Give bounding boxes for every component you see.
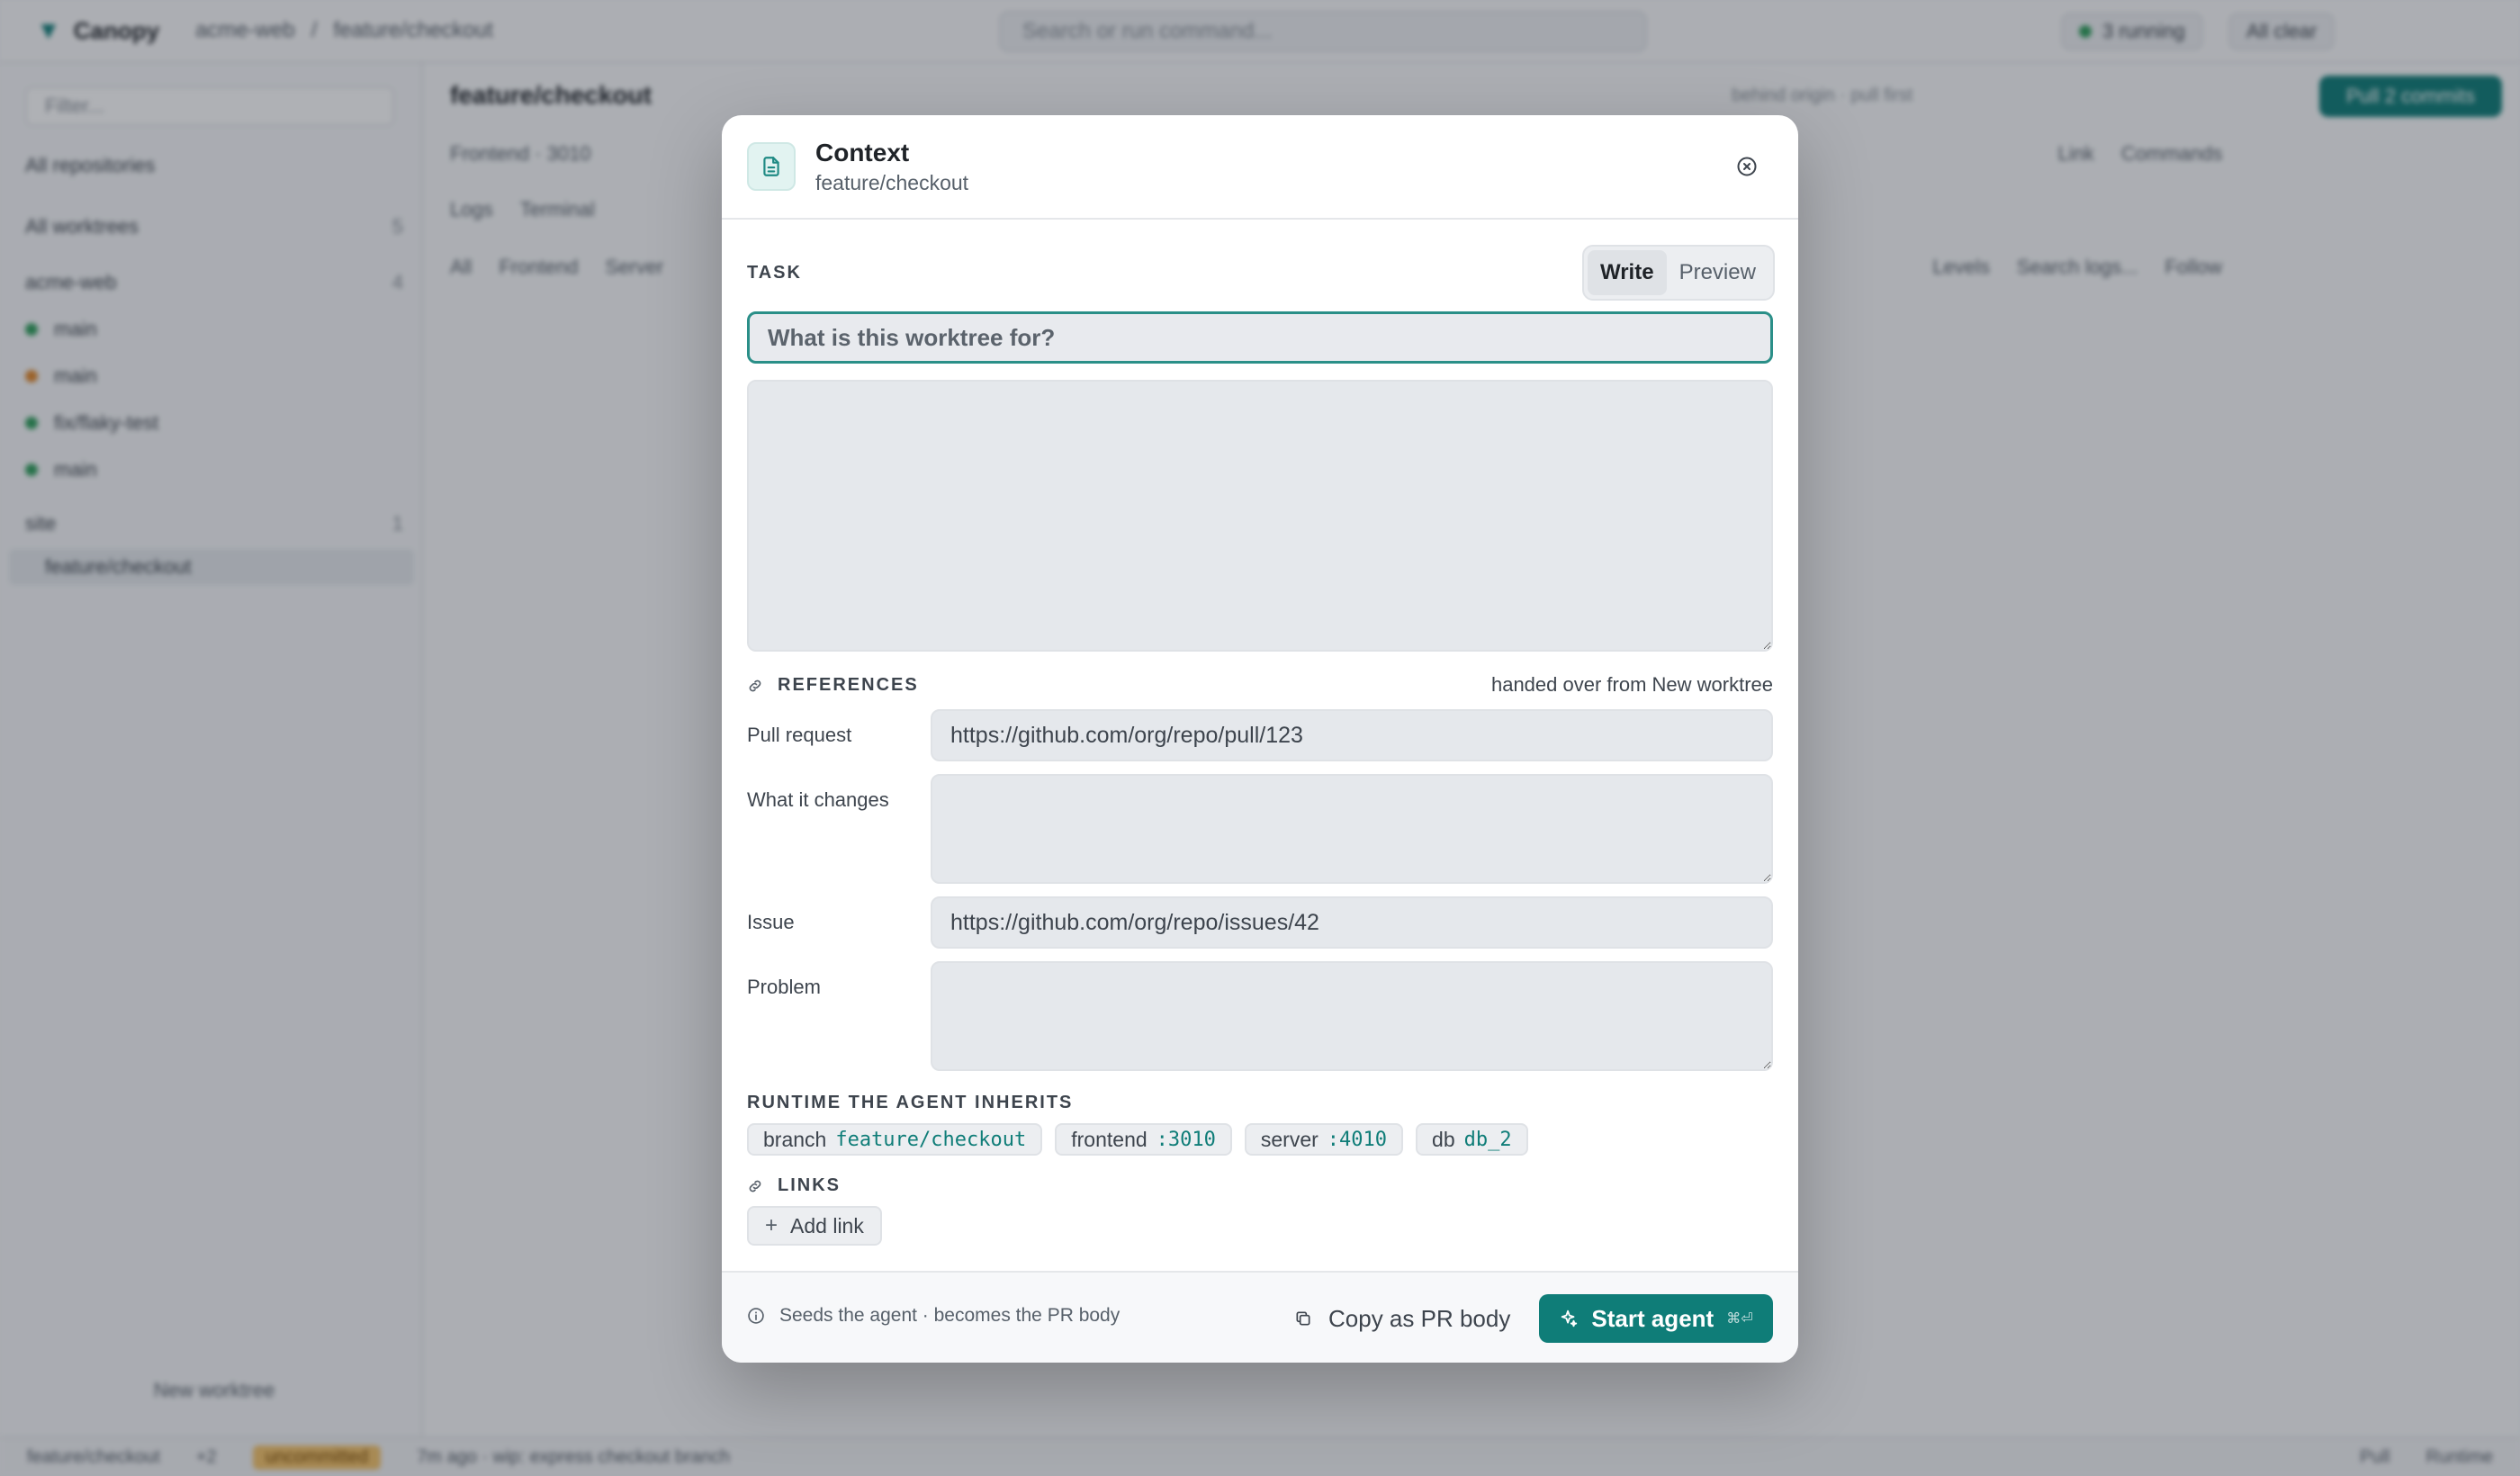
runtime-label-text: RUNTIME THE AGENT INHERITS — [747, 1093, 1074, 1112]
document-icon — [747, 142, 796, 191]
links-label-text: LINKS — [778, 1175, 841, 1195]
runtime-chip-key: server — [1260, 1127, 1318, 1151]
dialog-footer: Seeds the agent · becomes the PR body Co… — [722, 1271, 1798, 1363]
pull-request-input[interactable] — [931, 709, 1773, 761]
task-description-textarea[interactable] — [747, 380, 1773, 652]
runtime-chip-value: feature/checkout — [835, 1128, 1027, 1151]
dialog-header: Context feature/checkout — [722, 115, 1798, 220]
write-mode-button[interactable]: Write — [1588, 250, 1667, 295]
footer-hint: Seeds the agent · becomes the PR body — [747, 1305, 1120, 1327]
runtime-chip-key: db — [1432, 1127, 1455, 1151]
copy-icon — [1296, 1311, 1310, 1326]
runtime-chip-key: frontend — [1071, 1127, 1148, 1151]
close-icon[interactable] — [1733, 153, 1760, 180]
preview-mode-button[interactable]: Preview — [1667, 250, 1768, 295]
references-label-text: REFERENCES — [778, 675, 919, 695]
runtime-chip-value: :4010 — [1327, 1128, 1388, 1151]
issue-input[interactable] — [931, 896, 1773, 949]
problem-label: Problem — [747, 976, 821, 998]
copy-as-pr-body-button[interactable]: Copy as PR body — [1285, 1294, 1519, 1343]
add-link-button[interactable]: + Add link — [747, 1206, 882, 1246]
runtime-chip-frontend: frontend :3010 — [1055, 1123, 1232, 1156]
links-section-label: LINKS — [747, 1175, 841, 1196]
references-section-label: REFERENCES — [747, 675, 919, 696]
add-link-label: Add link — [790, 1213, 864, 1238]
runtime-chip-key: branch — [763, 1127, 827, 1151]
handed-over-note: handed over from New worktree — [1490, 673, 1773, 696]
runtime-chip-branch: branch feature/checkout — [747, 1123, 1043, 1156]
runtime-chip-server: server :4010 — [1244, 1123, 1404, 1156]
link-icon — [749, 680, 761, 691]
runtime-chip-value: db_2 — [1463, 1128, 1512, 1151]
copy-button-label: Copy as PR body — [1328, 1304, 1511, 1332]
task-section-label: TASK — [747, 263, 802, 284]
info-icon — [748, 1308, 764, 1324]
start-agent-button[interactable]: Start agent ⌘⏎ — [1539, 1294, 1773, 1343]
pull-request-label: Pull request — [747, 724, 852, 746]
task-title-input[interactable] — [747, 311, 1773, 364]
context-dialog: Context feature/checkout TASK Write Prev… — [722, 115, 1798, 1363]
start-agent-shortcut: ⌘⏎ — [1726, 1311, 1753, 1327]
runtime-chips: branch feature/checkout frontend :3010 s… — [747, 1123, 1528, 1156]
what-it-changes-label: What it changes — [747, 788, 889, 811]
plus-icon: + — [765, 1213, 778, 1238]
task-label-text: TASK — [747, 263, 802, 283]
link-icon — [749, 1180, 761, 1192]
what-it-changes-textarea[interactable] — [931, 774, 1773, 884]
runtime-chip-db: db db_2 — [1416, 1123, 1528, 1156]
issue-label: Issue — [747, 911, 795, 933]
footer-hint-text: Seeds the agent · becomes the PR body — [779, 1305, 1120, 1326]
dialog-subtitle: feature/checkout — [815, 171, 969, 194]
runtime-section-label: RUNTIME THE AGENT INHERITS — [747, 1093, 1073, 1113]
problem-textarea[interactable] — [931, 961, 1773, 1071]
sparkle-icon — [1562, 1310, 1578, 1328]
dialog-title: Context — [815, 139, 910, 166]
runtime-chip-value: :3010 — [1156, 1128, 1216, 1151]
write-preview-toggle: Write Preview — [1582, 245, 1775, 301]
start-agent-label: Start agent — [1591, 1304, 1714, 1332]
